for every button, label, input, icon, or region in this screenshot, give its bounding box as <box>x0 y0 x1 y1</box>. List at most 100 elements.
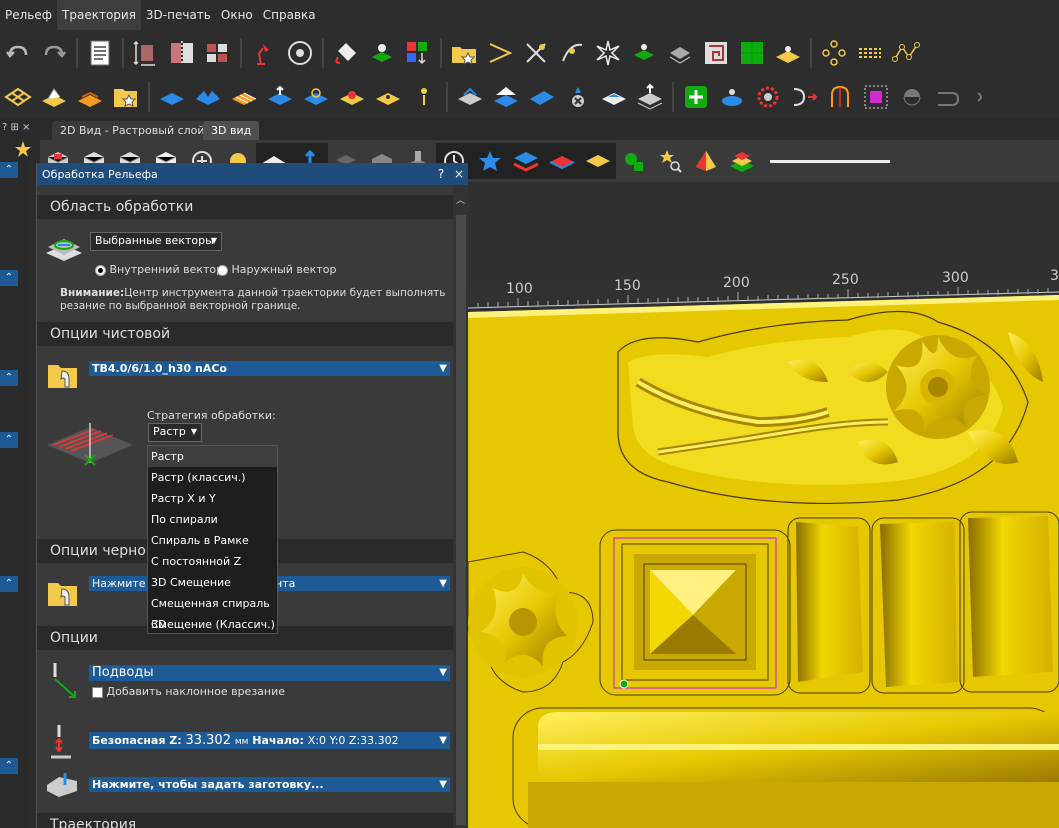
circle-square-icon[interactable] <box>616 143 652 179</box>
folder-star-icon[interactable] <box>446 35 482 71</box>
collapse-button-2[interactable]: ⌃ <box>0 270 18 286</box>
menu-toolpath[interactable]: Траектория <box>57 0 141 30</box>
dimension-icon[interactable] <box>128 35 164 71</box>
starburst-icon[interactable] <box>590 35 626 71</box>
white-plate-icon[interactable] <box>596 79 632 115</box>
scroll-up-icon[interactable]: ︿ <box>456 193 465 206</box>
strategy-option[interactable]: По спирали <box>148 509 277 530</box>
star-icon[interactable] <box>14 140 32 161</box>
drill-icon[interactable] <box>406 79 442 115</box>
strategy-option[interactable]: Растр (классич.) <box>148 467 277 488</box>
menu-window[interactable]: Окно <box>216 0 258 30</box>
grid-layers-icon[interactable] <box>200 35 236 71</box>
yellow-lattice-icon[interactable] <box>0 79 36 115</box>
collapse-button-3[interactable]: ⌃ <box>0 370 18 386</box>
color-layers-icon[interactable] <box>724 143 760 179</box>
curve-icon[interactable] <box>554 35 590 71</box>
redo-icon[interactable] <box>36 35 72 71</box>
path-arrow-icon[interactable] <box>786 79 822 115</box>
undo-icon[interactable] <box>0 35 36 71</box>
blue-fold-icon[interactable] <box>190 79 226 115</box>
close-button[interactable]: × <box>450 167 468 181</box>
collapse-button-4[interactable]: ⌃ <box>0 432 18 448</box>
radio-inner-vector[interactable]: Внутренний вектор <box>95 263 223 276</box>
ramp-checkbox[interactable]: Добавить наклонное врезание <box>92 685 285 698</box>
strategy-option[interactable]: С постоянной Z <box>148 551 277 572</box>
half-circle-icon[interactable] <box>894 79 930 115</box>
yellow-plate-icon[interactable] <box>770 35 806 71</box>
color-grid-icon[interactable] <box>400 35 436 71</box>
layer-blue-red-icon[interactable] <box>508 143 544 179</box>
split-icon[interactable] <box>164 35 200 71</box>
yellow-plate-2-icon[interactable] <box>370 79 406 115</box>
3d-viewport[interactable]: 100 150 200 250 300 3 <box>468 182 1059 828</box>
area-section-header[interactable]: Область обработки <box>37 195 453 219</box>
leads-selector[interactable]: Подводы ▼ <box>89 665 450 681</box>
green-grid-icon[interactable] <box>734 35 770 71</box>
finish-section-header[interactable]: Опции чистовой <box>37 322 453 346</box>
stock-selector[interactable]: Нажмите, чтобы задать заготовку... ▼ <box>89 777 450 792</box>
strategy-option[interactable]: Смещение (Классич.) <box>148 614 277 635</box>
strategy-option[interactable]: Смещенная спираль 3D <box>148 593 277 631</box>
arrow-shape-icon[interactable] <box>482 35 518 71</box>
menu-3d-print[interactable]: 3D-печать <box>141 0 216 30</box>
strategy-option[interactable]: Растр X и Y <box>148 488 277 509</box>
tab-2d-view[interactable]: 2D Вид - Растровый слой <box>52 121 213 140</box>
blue-cylinder-icon[interactable] <box>714 79 750 115</box>
menu-help[interactable]: Справка <box>258 0 321 30</box>
target-icon[interactable] <box>282 35 318 71</box>
document-icon[interactable] <box>82 35 118 71</box>
panel-scrollbar[interactable]: ︿ <box>453 185 469 828</box>
strategy-select[interactable]: Растр ▼ <box>148 423 202 442</box>
blue-plate-icon[interactable] <box>154 79 190 115</box>
radio-outer-vector[interactable]: Наружный вектор <box>217 263 336 276</box>
folder-tool-icon[interactable] <box>47 359 79 394</box>
orange-raster-icon[interactable] <box>226 79 262 115</box>
nodes-icon[interactable] <box>816 35 852 71</box>
stack-icon[interactable] <box>662 35 698 71</box>
star-search-icon[interactable] <box>652 143 688 179</box>
chain-icon[interactable] <box>852 35 888 71</box>
orange-block-icon[interactable] <box>72 79 108 115</box>
stack-up-icon[interactable] <box>632 79 668 115</box>
yellow-block-icon[interactable] <box>36 79 72 115</box>
arch-icon[interactable] <box>822 79 858 115</box>
lamp-icon[interactable] <box>246 35 282 71</box>
strategy-option[interactable]: 3D Смещение <box>148 572 277 593</box>
scissors-icon[interactable] <box>518 35 554 71</box>
collapse-button-6[interactable]: ⌃ <box>0 758 18 774</box>
help-button[interactable]: ? <box>432 167 450 181</box>
finish-tool-selector[interactable]: ТВ4.0/6/1.0_h30 nACo ▼ <box>89 361 450 376</box>
safe-z-selector[interactable]: Безопасная Z: 33.302 мм Начало: X:0 Y:0 … <box>89 732 450 749</box>
collapse-button-5[interactable]: ⌃ <box>0 576 18 592</box>
trajectory-section-header[interactable]: Траектория <box>37 813 453 828</box>
more-icon[interactable] <box>966 79 1002 115</box>
layer-red-blue-icon[interactable] <box>544 143 580 179</box>
pyramid-icon[interactable] <box>688 143 724 179</box>
folder-star-2-icon[interactable] <box>108 79 144 115</box>
curve-cut-icon[interactable] <box>930 79 966 115</box>
maze-icon[interactable] <box>698 35 734 71</box>
area-select[interactable]: Выбранные векторы ▼ <box>90 232 222 251</box>
blue-star-icon[interactable] <box>472 143 508 179</box>
scrollbar-thumb[interactable] <box>456 215 466 825</box>
polyline-icon[interactable] <box>888 35 924 71</box>
strategy-option[interactable]: Растр <box>148 446 277 467</box>
blue-spiral-icon[interactable] <box>298 79 334 115</box>
blue-flat-icon[interactable] <box>524 79 560 115</box>
green-diamond-icon[interactable] <box>364 35 400 71</box>
menu-relief[interactable]: Рельеф <box>0 0 57 30</box>
blue-stack-icon[interactable] <box>262 79 298 115</box>
green-plus-icon[interactable] <box>678 79 714 115</box>
tab-3d-view[interactable]: 3D вид <box>203 121 260 140</box>
slider-track[interactable] <box>770 159 890 163</box>
paint-icon[interactable] <box>328 35 364 71</box>
blue-layer-icon[interactable] <box>488 79 524 115</box>
collapse-button-1[interactable]: ⌃ <box>0 162 18 178</box>
x-circle-icon[interactable] <box>560 79 596 115</box>
folder-rough-tool-icon[interactable] <box>47 577 79 612</box>
layers-gray-icon[interactable] <box>452 79 488 115</box>
yellow-diamond-icon[interactable] <box>580 143 616 179</box>
pin-icon[interactable]: ? ⊞ × <box>2 122 30 133</box>
green-diamond-2-icon[interactable] <box>626 35 662 71</box>
